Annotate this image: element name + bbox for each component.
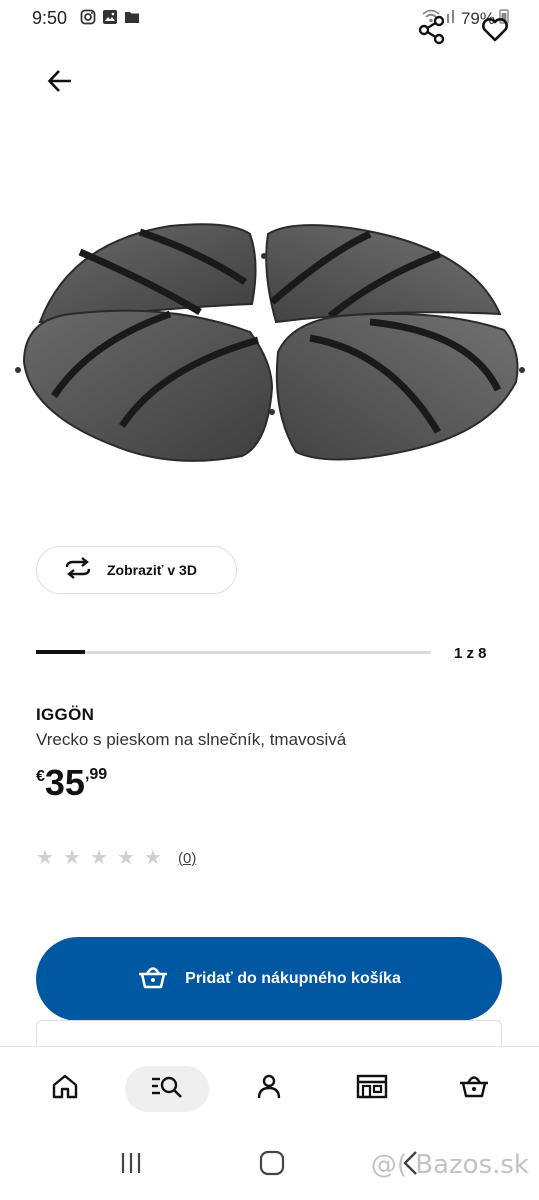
product-name: IGGÖN — [36, 705, 95, 724]
home-button-icon[interactable] — [259, 1150, 285, 1181]
cart-icon — [458, 1073, 490, 1104]
instagram-icon — [80, 9, 96, 25]
star-icon: ★ — [36, 847, 54, 869]
star-icon: ★ — [144, 847, 162, 869]
home-icon — [51, 1073, 79, 1104]
star-icon: ★ — [63, 847, 81, 869]
top-actions — [417, 14, 509, 51]
nav-profile[interactable] — [227, 1066, 311, 1112]
product-image[interactable] — [10, 212, 530, 474]
secondary-action-button[interactable] — [36, 1020, 502, 1046]
nav-stores[interactable] — [330, 1066, 414, 1112]
nav-search[interactable] — [125, 1065, 210, 1112]
view-3d-button[interactable]: Zobraziť v 3D — [36, 546, 237, 594]
recent-apps-icon[interactable] — [118, 1151, 144, 1180]
watermark: @( Bazos.sk — [370, 1150, 529, 1180]
folder-icon — [124, 9, 140, 25]
profile-icon — [256, 1073, 282, 1104]
product-price: € 35 ,99 — [36, 762, 107, 804]
price-integer: 35 — [44, 762, 85, 803]
product-rating[interactable]: ★ ★ ★ ★ ★ (0) — [36, 848, 196, 868]
arrow-left-icon — [46, 68, 74, 99]
status-time: 9:50 — [32, 8, 68, 28]
heart-icon[interactable] — [481, 17, 509, 48]
gallery-progress-fill — [36, 650, 86, 654]
nav-cart[interactable] — [432, 1066, 516, 1112]
rating-count[interactable]: (0) — [178, 850, 196, 867]
product-description: Vrecko s pieskom na slnečník, tmavosivá — [36, 730, 347, 749]
add-to-cart-label: Pridať do nákupného košíka — [185, 970, 401, 987]
status-icons-left — [80, 9, 140, 25]
back-button[interactable] — [42, 66, 78, 100]
search-icon — [150, 1073, 184, 1104]
bottom-nav — [0, 1046, 539, 1130]
rotate-3d-icon — [63, 556, 93, 584]
star-icon: ★ — [117, 847, 135, 869]
store-icon — [356, 1073, 388, 1104]
price-decimal: ,99 — [84, 766, 108, 783]
gallery-counter: 1 z 8 — [454, 645, 487, 662]
share-icon[interactable] — [417, 14, 447, 51]
basket-icon — [137, 964, 169, 995]
add-to-cart-button[interactable]: Pridať do nákupného košíka — [36, 937, 502, 1021]
price-currency: € — [36, 768, 45, 785]
nav-home[interactable] — [23, 1066, 107, 1112]
star-icon: ★ — [90, 847, 108, 869]
gallery-progress-track — [36, 650, 431, 654]
view-3d-label: Zobraziť v 3D — [107, 562, 197, 578]
gallery-icon — [102, 9, 118, 25]
